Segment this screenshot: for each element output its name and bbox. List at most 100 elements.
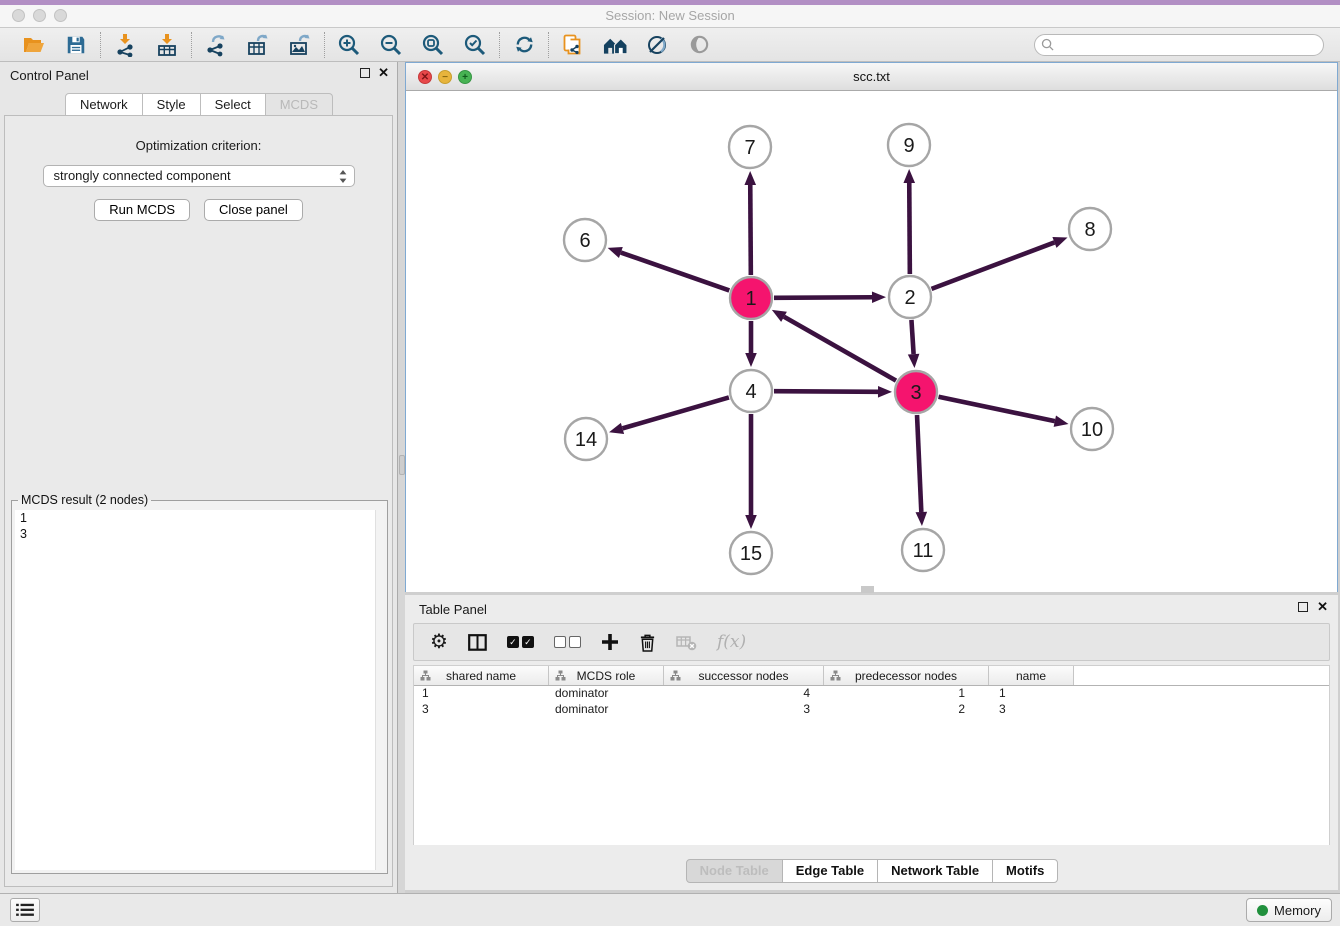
- houses-icon: [603, 34, 628, 56]
- cell-name[interactable]: 1: [989, 686, 1074, 702]
- cell-name[interactable]: 3: [989, 702, 1074, 718]
- graph-edge-2-8[interactable]: [932, 242, 1055, 288]
- column-header-mcds-role[interactable]: MCDS role: [549, 666, 664, 685]
- tab-style[interactable]: Style: [142, 93, 201, 116]
- graph-edge-3-11[interactable]: [917, 415, 921, 512]
- memory-button[interactable]: Memory: [1246, 898, 1332, 922]
- graph-node-label: 10: [1081, 419, 1103, 441]
- column-header-shared-name[interactable]: shared name: [414, 666, 549, 685]
- tree-icon: [555, 670, 566, 681]
- open-session-button[interactable]: [20, 31, 48, 59]
- graph-edge-arrowhead: [903, 169, 915, 183]
- tab-mcds[interactable]: MCDS: [265, 93, 333, 116]
- network-canvas[interactable]: 7968124314101511: [406, 91, 1337, 592]
- tab-network-table[interactable]: Network Table: [877, 859, 993, 883]
- checkbox-checked-icon: ✓: [522, 636, 534, 648]
- export-network-button[interactable]: [202, 31, 230, 59]
- checkbox-empty-icon: [569, 636, 581, 648]
- graph-edge-4-3[interactable]: [774, 391, 878, 392]
- zoom-fit-button[interactable]: [419, 31, 447, 59]
- session-home-button[interactable]: [601, 31, 629, 59]
- delete-column-button[interactable]: [639, 633, 656, 652]
- deselect-all-rows-button[interactable]: [554, 636, 581, 648]
- save-floppy-icon: [65, 34, 87, 56]
- clone-network-button[interactable]: [559, 31, 587, 59]
- export-table-icon: [246, 33, 270, 57]
- criterion-dropdown[interactable]: strongly connected component: [43, 165, 355, 187]
- tab-network[interactable]: Network: [65, 93, 143, 116]
- checkbox-checked-icon: ✓: [507, 636, 519, 648]
- tree-icon: [420, 670, 431, 681]
- control-panel-float-icon[interactable]: [360, 68, 370, 78]
- control-panel: Control Panel ✕ Network Style Select MCD…: [0, 62, 397, 893]
- cell-mcds-role[interactable]: dominator: [549, 686, 664, 702]
- graph-edge-3-1[interactable]: [784, 317, 896, 381]
- task-history-button[interactable]: [10, 898, 40, 922]
- table-panel-float-icon[interactable]: [1298, 602, 1308, 612]
- import-table-button[interactable]: [153, 31, 181, 59]
- add-column-button[interactable]: [601, 633, 619, 651]
- zoom-out-button[interactable]: [377, 31, 405, 59]
- graphics-details-button[interactable]: [643, 31, 671, 59]
- column-header-predecessor-nodes[interactable]: predecessor nodes: [824, 666, 989, 685]
- graph-edge-1-6[interactable]: [621, 253, 729, 291]
- cell-predecessor-nodes[interactable]: 1: [824, 686, 989, 702]
- table-row[interactable]: 3 dominator 3 2 3: [414, 702, 1329, 718]
- cell-successor-nodes[interactable]: 4: [664, 686, 824, 702]
- graph-edge-2-9[interactable]: [909, 183, 910, 274]
- tab-node-table[interactable]: Node Table: [686, 859, 783, 883]
- table-row[interactable]: 1 dominator 4 1 1: [414, 686, 1329, 702]
- cell-successor-nodes[interactable]: 3: [664, 702, 824, 718]
- status-bar: Memory: [0, 893, 1340, 926]
- graph-edge-4-14[interactable]: [622, 397, 728, 428]
- hide-details-button[interactable]: [685, 31, 713, 59]
- import-network-button[interactable]: [111, 31, 139, 59]
- chevron-updown-icon: [339, 169, 347, 190]
- tab-motifs[interactable]: Motifs: [992, 859, 1058, 883]
- graph-edge-1-2[interactable]: [774, 297, 872, 298]
- tab-select[interactable]: Select: [200, 93, 266, 116]
- mcds-result-title: MCDS result (2 nodes): [18, 493, 151, 507]
- trash-icon: [639, 633, 656, 652]
- run-mcds-button[interactable]: Run MCDS: [94, 199, 190, 221]
- column-visibility-button[interactable]: [468, 634, 487, 651]
- cell-shared-name[interactable]: 1: [414, 686, 549, 702]
- zoom-in-button[interactable]: [335, 31, 363, 59]
- node-table: shared name MCDS role successor nodes pr…: [413, 665, 1330, 845]
- refresh-view-button[interactable]: [510, 31, 538, 59]
- table-settings-button[interactable]: ⚙: [430, 632, 448, 652]
- column-header-name[interactable]: name: [989, 666, 1074, 685]
- main-toolbar: [0, 28, 1340, 62]
- cell-shared-name[interactable]: 3: [414, 702, 549, 718]
- splitter-handle-horizontal[interactable]: [861, 586, 874, 593]
- refresh-icon: [513, 33, 536, 56]
- graph-edge-3-10[interactable]: [939, 397, 1055, 421]
- tab-edge-table[interactable]: Edge Table: [782, 859, 878, 883]
- search-icon: [1041, 38, 1054, 51]
- gear-icon: ⚙: [430, 632, 448, 652]
- zoom-selected-button[interactable]: [461, 31, 489, 59]
- select-all-rows-button[interactable]: ✓✓: [507, 636, 534, 648]
- column-header-successor-nodes[interactable]: successor nodes: [664, 666, 824, 685]
- panel-splitter-vertical[interactable]: [397, 62, 405, 893]
- columns-icon: [468, 634, 487, 651]
- close-panel-button[interactable]: Close panel: [204, 199, 303, 221]
- export-table-button[interactable]: [244, 31, 272, 59]
- graph-node-label: 7: [744, 137, 755, 159]
- graph-edge-2-3[interactable]: [911, 320, 913, 354]
- result-scrollbar[interactable]: [375, 510, 384, 870]
- content-area: Control Panel ✕ Network Style Select MCD…: [0, 62, 1340, 893]
- cell-mcds-role[interactable]: dominator: [549, 702, 664, 718]
- table-panel-tabs: Node Table Edge Table Network Table Moti…: [405, 859, 1338, 883]
- cell-predecessor-nodes[interactable]: 2: [824, 702, 989, 718]
- graph-edge-1-7[interactable]: [750, 185, 751, 275]
- graph-edge-arrowhead: [745, 515, 757, 529]
- network-window-titlebar[interactable]: ✕ − + scc.txt: [406, 63, 1337, 91]
- table-panel-close-icon[interactable]: ✕: [1317, 602, 1328, 612]
- search-input[interactable]: [1034, 34, 1324, 56]
- graph-node-label: 1: [745, 288, 756, 310]
- eye-slash-icon: [645, 33, 669, 57]
- export-image-button[interactable]: [286, 31, 314, 59]
- control-panel-close-icon[interactable]: ✕: [378, 68, 389, 78]
- save-session-button[interactable]: [62, 31, 90, 59]
